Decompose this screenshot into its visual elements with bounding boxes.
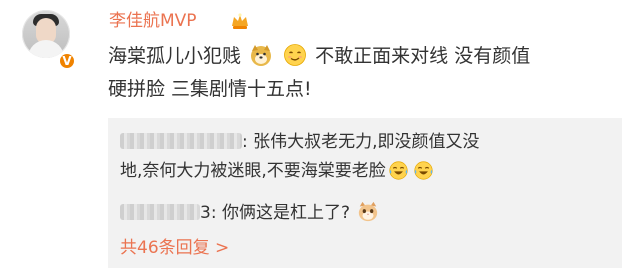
reply-author-suffix: : — [242, 132, 248, 152]
reply-item: : 张伟大叔老无力,即没颜值又没 地,奈何大力被迷眼,不要海棠要老脸 — [120, 128, 616, 186]
post-line-1: 海棠孤儿小犯贱 不敢正面来对线 没有颜值 — [108, 40, 618, 73]
laugh-cry-emoji-icon — [389, 161, 408, 180]
post-content: 海棠孤儿小犯贱 不敢正面来对线 没有颜值 硬拼脸 三集剧情十五点! — [108, 40, 618, 106]
post-line-2: 硬拼脸 三集剧情十五点! — [108, 78, 312, 100]
post-text-b: 不敢正面来对线 没有颜值 — [315, 45, 531, 67]
laugh-cry-emoji-icon — [414, 161, 433, 180]
reply-list: : 张伟大叔老无力,即没颜值又没 地,奈何大力被迷眼,不要海棠要老脸 3: 你俩… — [108, 118, 622, 268]
username[interactable]: 李佳航MVP — [109, 10, 197, 32]
blurred-author-name[interactable] — [120, 204, 200, 220]
cat-emoji-icon — [359, 201, 378, 222]
post-text-a: 海棠孤儿小犯贱 — [108, 45, 242, 67]
reply-text: 你俩这是杠上了? — [221, 203, 350, 223]
vip-crown-icon — [232, 13, 248, 29]
avatar[interactable] — [22, 10, 70, 58]
reply-author-suffix: 3: — [200, 203, 217, 223]
doge-emoji-icon — [251, 45, 272, 66]
more-replies-link[interactable]: 共46条回复 > — [120, 236, 229, 260]
reply-text-line-1: 张伟大叔老无力,即没颜值又没 — [253, 132, 480, 152]
verified-badge-icon: V — [58, 52, 76, 70]
blurred-author-name[interactable] — [120, 133, 242, 149]
reply-item: 3: 你俩这是杠上了? — [120, 199, 616, 228]
reply-text-line-2: 地,奈何大力被迷眼,不要海棠要老脸 — [120, 161, 386, 181]
smirk-emoji-icon — [284, 44, 307, 66]
